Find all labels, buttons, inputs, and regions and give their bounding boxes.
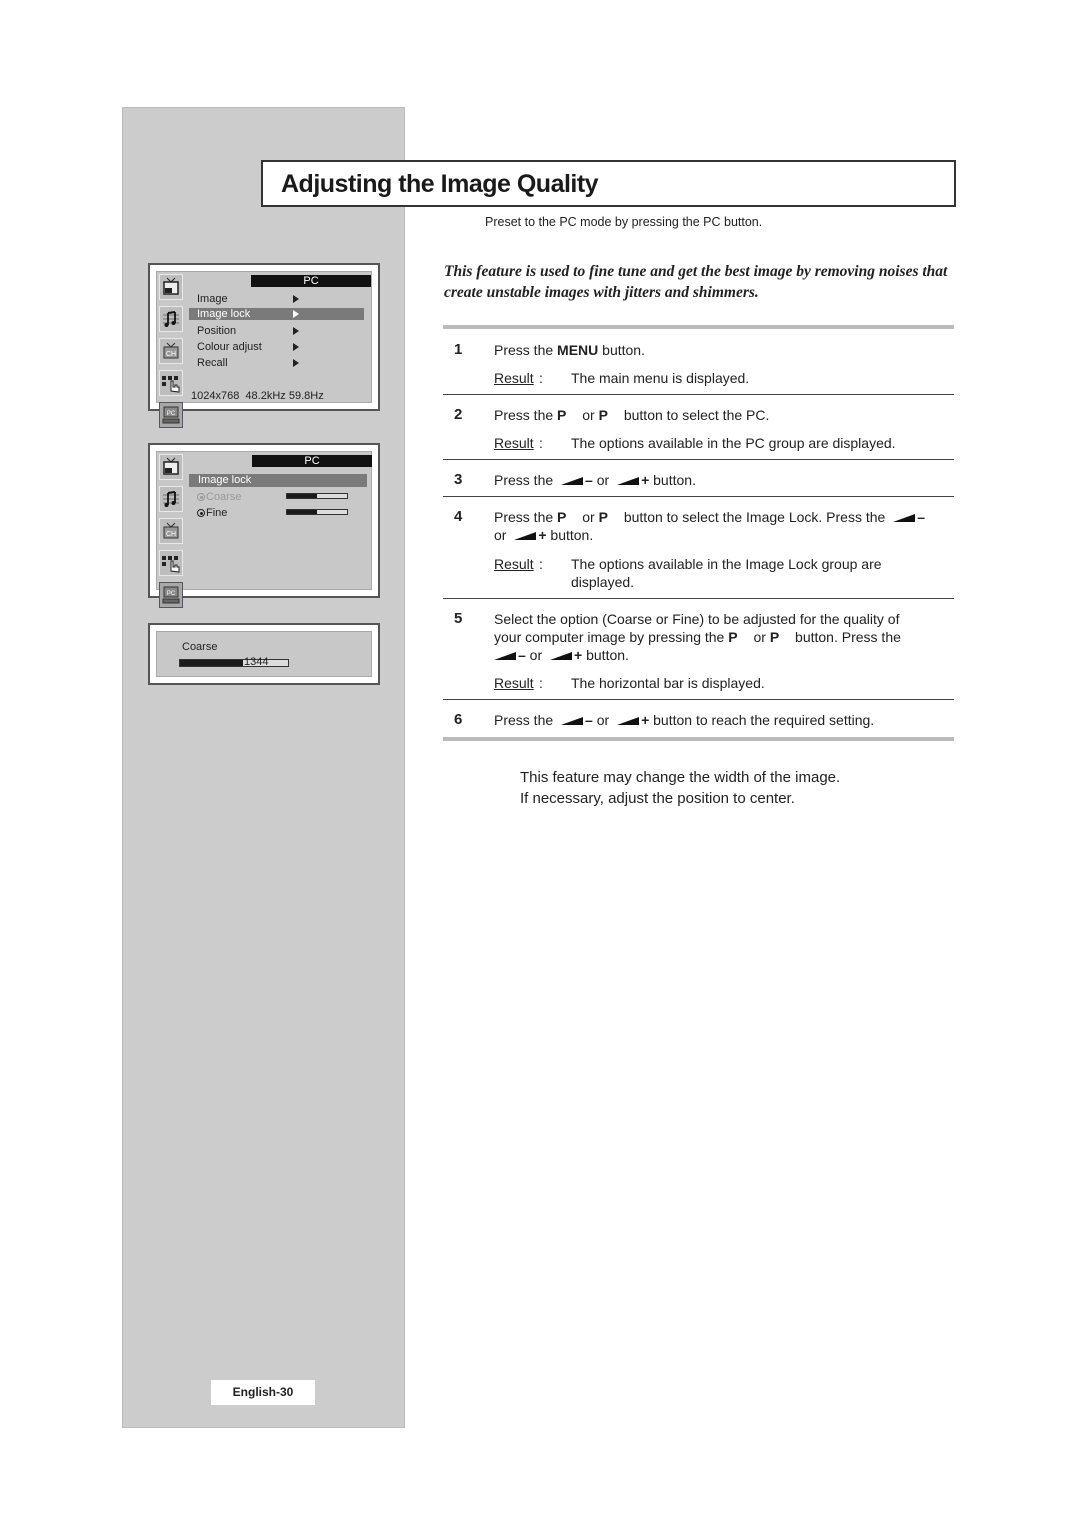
step-divider: [443, 496, 954, 497]
pc-icon: PC: [159, 582, 183, 608]
step-number: 2: [454, 406, 463, 423]
arrow-right-icon: [293, 310, 299, 318]
step-text: Press the P or P button to select the PC…: [494, 407, 770, 423]
volume-icon: [561, 717, 584, 726]
picture-icon: [159, 274, 183, 300]
arrow-right-icon: [293, 295, 299, 303]
osd-coarse-slider[interactable]: 1344: [179, 656, 289, 668]
result-text: The options available in the Image Lock …: [571, 556, 882, 590]
osd-option-fine[interactable]: Fine: [197, 506, 227, 520]
osd-icon-column: CH PC: [159, 454, 185, 614]
svg-text:PC: PC: [167, 411, 176, 417]
bar-fill: [287, 510, 317, 514]
step-number: 4: [454, 508, 463, 525]
arrow-right-icon: [293, 343, 299, 351]
osd-header: PC: [251, 275, 371, 287]
osd-coarse-label: Coarse: [182, 641, 218, 653]
radio-icon: [197, 493, 205, 501]
title-box: Adjusting the Image Quality: [261, 160, 956, 207]
volume-icon: [550, 652, 573, 661]
page-title: Adjusting the Image Quality: [281, 170, 599, 198]
steps-bottom-rule: [443, 737, 954, 741]
step-divider: [443, 598, 954, 599]
svg-text:CH: CH: [166, 531, 176, 538]
pc-icon: PC: [159, 402, 183, 428]
result-label: Result: [494, 675, 534, 691]
volume-icon: [617, 477, 640, 486]
osd-fine-bar[interactable]: [286, 509, 348, 515]
step-divider: [443, 394, 954, 395]
step-text: Press the – or + button to reach the req…: [494, 712, 875, 728]
svg-text:PC: PC: [167, 591, 176, 597]
picture-icon: [159, 454, 183, 480]
intro-text: This feature is used to fine tune and ge…: [444, 263, 948, 301]
setup-icon: [159, 550, 183, 576]
volume-icon: [494, 652, 516, 661]
bar-fill: [180, 660, 243, 666]
radio-selected-icon: [197, 509, 205, 517]
step-divider: [443, 459, 954, 460]
osd-coarse-value: 1344: [244, 656, 269, 668]
page-number: English-30: [211, 1380, 315, 1405]
result-label: Result: [494, 370, 534, 386]
setup-icon: [159, 370, 183, 396]
result-label: Result: [494, 435, 534, 451]
result-text: The main menu is displayed.: [571, 370, 750, 386]
arrow-right-icon: [293, 359, 299, 367]
volume-icon: [561, 477, 584, 486]
svg-text:CH: CH: [166, 351, 176, 358]
osd-menu-item-image-lock[interactable]: Image lock: [189, 308, 364, 320]
osd-menu-item-image[interactable]: Image: [189, 292, 364, 306]
osd-coarse-adjust: Coarse 1344: [148, 623, 380, 685]
osd-image-lock-menu: CH PC PC Image lock Coarse Fine: [148, 443, 380, 608]
result-text: The options available in the PC group ar…: [571, 435, 896, 451]
step-number: 1: [454, 341, 463, 358]
step-text: Press the MENU button.: [494, 342, 645, 358]
osd-menu-item-colour-adjust[interactable]: Colour adjust: [189, 340, 364, 354]
sound-icon: [159, 306, 183, 332]
step-text: Press the P or P button to select the Im…: [494, 509, 926, 543]
osd-status-readout: 1024x768 48.2kHz 59.8Hz: [191, 390, 324, 402]
osd-main-menu: CH PC PC Image Image lock Position Colou…: [148, 263, 380, 428]
channel-icon: CH: [159, 338, 183, 364]
bar-fill: [287, 494, 317, 498]
step-text: Select the option (Coarse or Fine) to be…: [494, 611, 901, 663]
step-text: Press the – or + button.: [494, 472, 696, 488]
sound-icon: [159, 486, 183, 512]
note-text: This feature may change the width of the…: [520, 769, 841, 807]
step-number: 5: [454, 610, 463, 627]
volume-icon: [893, 514, 916, 523]
osd-menu-item-position[interactable]: Position: [189, 324, 364, 338]
result-label: Result: [494, 556, 534, 572]
volume-icon: [617, 717, 640, 726]
osd-header: PC: [252, 455, 372, 467]
osd-coarse-bar[interactable]: [286, 493, 348, 499]
result-text: The horizontal bar is displayed.: [571, 675, 765, 691]
step-divider: [443, 699, 954, 700]
step-number: 3: [454, 471, 463, 488]
steps-top-rule: [443, 325, 954, 329]
osd-menu-item-recall[interactable]: Recall: [189, 356, 364, 370]
volume-icon: [514, 532, 537, 541]
preset-note: Preset to the PC mode by pressing the PC…: [485, 215, 763, 229]
osd-submenu-title: Image lock: [189, 474, 367, 487]
osd-icon-column: CH PC: [159, 274, 185, 434]
osd-option-coarse[interactable]: Coarse: [197, 490, 241, 504]
step-number: 6: [454, 711, 463, 728]
arrow-right-icon: [293, 327, 299, 335]
channel-icon: CH: [159, 518, 183, 544]
